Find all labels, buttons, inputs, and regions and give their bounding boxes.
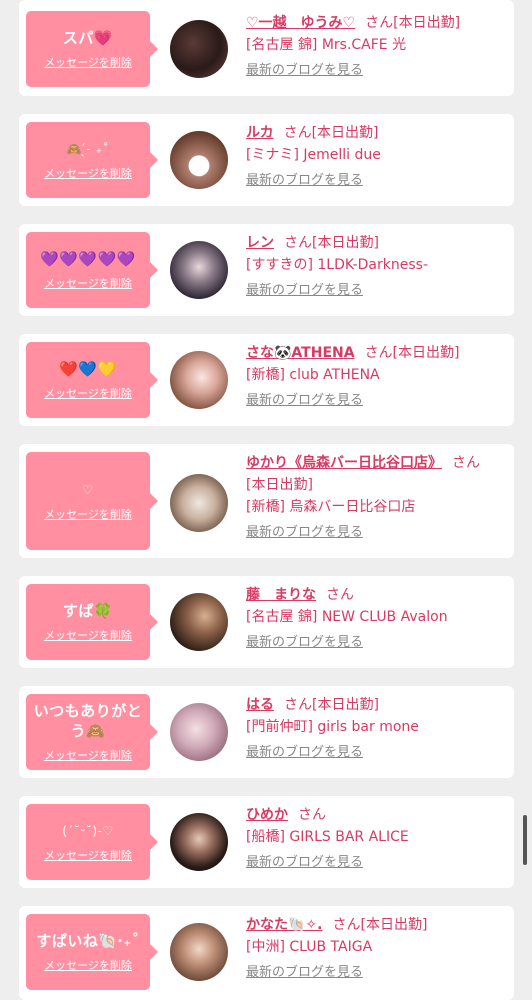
- message-bubble: ♡ メッセージを削除: [26, 452, 158, 550]
- message-bubble: スパ💗 メッセージを削除: [26, 11, 158, 87]
- shop-info: [すすきの] 1LDK-Darkness-: [246, 257, 428, 273]
- message-bubble: すぱいね🐚‧₊˚ メッセージを削除: [26, 914, 158, 990]
- profile-name-link[interactable]: かなた🐚✧.: [246, 917, 322, 933]
- profile-suffix: さん[本日出勤]: [283, 125, 379, 141]
- delete-message-link[interactable]: メッセージを削除: [44, 506, 132, 522]
- message-bubble: すぱ🍀 メッセージを削除: [26, 584, 158, 660]
- page: スパ💗 メッセージを削除 ♡一越 ゆうみ♡ さん[本日出勤] [名古屋 錦] Mr…: [0, 0, 532, 1000]
- message-text: ♡: [82, 483, 94, 497]
- shop-info: [ミナミ] Jemelli due: [246, 147, 381, 163]
- profile-suffix: さん[本日出勤]: [364, 345, 460, 361]
- delete-message-link[interactable]: メッセージを削除: [44, 275, 132, 291]
- message-text: (ˊ˘ᵕ˘)-♡: [62, 824, 114, 838]
- message-card: いつもありがとう🙈 メッセージを削除 はる さん[本日出勤] [門前仲町] gir…: [19, 686, 514, 778]
- shop-info: [門前仲町] girls bar mone: [246, 719, 419, 735]
- blog-link[interactable]: 最新のブログを見る: [246, 962, 363, 984]
- profile-suffix: さん[本日出勤]: [284, 235, 379, 251]
- blog-link[interactable]: 最新のブログを見る: [246, 280, 363, 302]
- avatar[interactable]: [170, 20, 228, 78]
- message-text: いつもありがとう🙈: [33, 702, 143, 740]
- profile-name-link[interactable]: さな🐼ATHENA: [246, 345, 355, 361]
- avatar[interactable]: [170, 131, 228, 189]
- profile-suffix: さん: [452, 455, 480, 471]
- profile-name-link[interactable]: レン: [246, 235, 274, 251]
- avatar[interactable]: [170, 703, 228, 761]
- blog-link[interactable]: 最新のブログを見る: [246, 742, 363, 764]
- profile-name-link[interactable]: ゆかり《烏森バー日比谷口店》: [246, 455, 442, 471]
- profile-info: かなた🐚✧. さん[本日出勤] [中洲] CLUB TAIGA 最新のブログを見る: [246, 914, 506, 984]
- delete-message-link[interactable]: メッセージを削除: [44, 54, 132, 70]
- message-text: ❤️💙💛: [59, 360, 117, 378]
- profile-info: ♡一越 ゆうみ♡ さん[本日出勤] [名古屋 錦] Mrs.CAFE 光 最新のブ…: [246, 12, 506, 82]
- profile-suffix: さん[本日出勤]: [332, 917, 428, 933]
- message-text: 🙈 ̖́-‬ ₊˚: [66, 142, 110, 156]
- profile-info: ルカ さん[本日出勤] [ミナミ] Jemelli due 最新のブログを見る: [246, 122, 506, 192]
- shop-info: [船橋] GIRLS BAR ALICE: [246, 829, 409, 845]
- shop-info: [新橋] club ATHENA: [246, 367, 380, 383]
- delete-message-link[interactable]: メッセージを削除: [44, 847, 132, 863]
- blog-link[interactable]: 最新のブログを見る: [246, 390, 363, 412]
- blog-link[interactable]: 最新のブログを見る: [246, 522, 363, 544]
- message-bubble: (ˊ˘ᵕ˘)-♡ メッセージを削除: [26, 804, 158, 880]
- message-card: 💜💜💜💜💜 メッセージを削除 レン さん[本日出勤] [すすきの] 1LDK-Da…: [19, 224, 514, 316]
- message-card: すぱいね🐚‧₊˚ メッセージを削除 かなた🐚✧. さん[本日出勤] [中洲] CL…: [19, 906, 514, 1000]
- shop-info: [中洲] CLUB TAIGA: [246, 939, 373, 955]
- avatar[interactable]: [170, 241, 228, 299]
- delete-message-link[interactable]: メッセージを削除: [44, 627, 132, 643]
- message-card: ❤️💙💛 メッセージを削除 さな🐼ATHENA さん[本日出勤] [新橋] clu…: [19, 334, 514, 426]
- message-card: (ˊ˘ᵕ˘)-♡ メッセージを削除 ひめか さん [船橋] GIRLS BAR A…: [19, 796, 514, 888]
- profile-name-link[interactable]: はる: [246, 697, 274, 713]
- profile-status: [本日出勤]: [246, 477, 313, 493]
- delete-message-link[interactable]: メッセージを削除: [44, 957, 132, 973]
- profile-name-link[interactable]: 藤 まりな: [246, 587, 316, 603]
- avatar[interactable]: [170, 351, 228, 409]
- profile-suffix: さん[本日出勤]: [284, 697, 379, 713]
- message-card: ♡ メッセージを削除 ゆかり《烏森バー日比谷口店》 さん [本日出勤] [新橋] …: [19, 444, 514, 558]
- delete-message-link[interactable]: メッセージを削除: [44, 385, 132, 401]
- profile-info: 藤 まりな さん [名古屋 錦] NEW CLUB Avalon 最新のブログを見…: [246, 584, 506, 654]
- message-text: 💜💜💜💜💜: [40, 250, 136, 268]
- avatar[interactable]: [170, 923, 228, 981]
- message-text: スパ💗: [62, 29, 114, 47]
- message-bubble: いつもありがとう🙈 メッセージを削除: [26, 694, 158, 770]
- shop-info: [名古屋 錦] Mrs.CAFE 光: [246, 37, 407, 53]
- profile-suffix: さん: [326, 587, 354, 603]
- message-bubble: ❤️💙💛 メッセージを削除: [26, 342, 158, 418]
- profile-info: ひめか さん [船橋] GIRLS BAR ALICE 最新のブログを見る: [246, 804, 506, 874]
- avatar[interactable]: [170, 813, 228, 871]
- profile-name-link[interactable]: ひめか: [246, 807, 288, 823]
- profile-suffix: さん[本日出勤]: [365, 15, 461, 31]
- avatar[interactable]: [170, 593, 228, 651]
- blog-link[interactable]: 最新のブログを見る: [246, 170, 363, 192]
- message-bubble: 🙈 ̖́-‬ ₊˚ メッセージを削除: [26, 122, 158, 198]
- profile-name-link[interactable]: ルカ: [246, 125, 274, 141]
- message-text: すぱいね🐚‧₊˚: [36, 932, 140, 950]
- message-text: すぱ🍀: [62, 602, 114, 620]
- blog-link[interactable]: 最新のブログを見る: [246, 852, 363, 874]
- profile-info: さな🐼ATHENA さん[本日出勤] [新橋] club ATHENA 最新のブロ…: [246, 342, 506, 412]
- scrollbar-thumb[interactable]: [523, 815, 527, 865]
- blog-link[interactable]: 最新のブログを見る: [246, 60, 363, 82]
- profile-name-link[interactable]: ♡一越 ゆうみ♡: [246, 15, 355, 31]
- delete-message-link[interactable]: メッセージを削除: [44, 165, 132, 181]
- shop-info: [新橋] 烏森バー日比谷口店: [246, 499, 416, 515]
- avatar[interactable]: [170, 474, 228, 532]
- profile-info: レン さん[本日出勤] [すすきの] 1LDK-Darkness- 最新のブログを…: [246, 232, 506, 302]
- message-card: 🙈 ̖́-‬ ₊˚ メッセージを削除 ルカ さん[本日出勤] [ミナミ] Jeme…: [19, 114, 514, 206]
- profile-suffix: さん: [298, 807, 326, 823]
- blog-link[interactable]: 最新のブログを見る: [246, 632, 363, 654]
- delete-message-link[interactable]: メッセージを削除: [44, 747, 132, 763]
- message-card: スパ💗 メッセージを削除 ♡一越 ゆうみ♡ さん[本日出勤] [名古屋 錦] Mr…: [19, 0, 514, 96]
- shop-info: [名古屋 錦] NEW CLUB Avalon: [246, 609, 448, 625]
- message-bubble: 💜💜💜💜💜 メッセージを削除: [26, 232, 158, 308]
- profile-info: ゆかり《烏森バー日比谷口店》 さん [本日出勤] [新橋] 烏森バー日比谷口店 最…: [246, 452, 506, 544]
- profile-info: はる さん[本日出勤] [門前仲町] girls bar mone 最新のブログを…: [246, 694, 506, 764]
- message-card: すぱ🍀 メッセージを削除 藤 まりな さん [名古屋 錦] NEW CLUB Av…: [19, 576, 514, 668]
